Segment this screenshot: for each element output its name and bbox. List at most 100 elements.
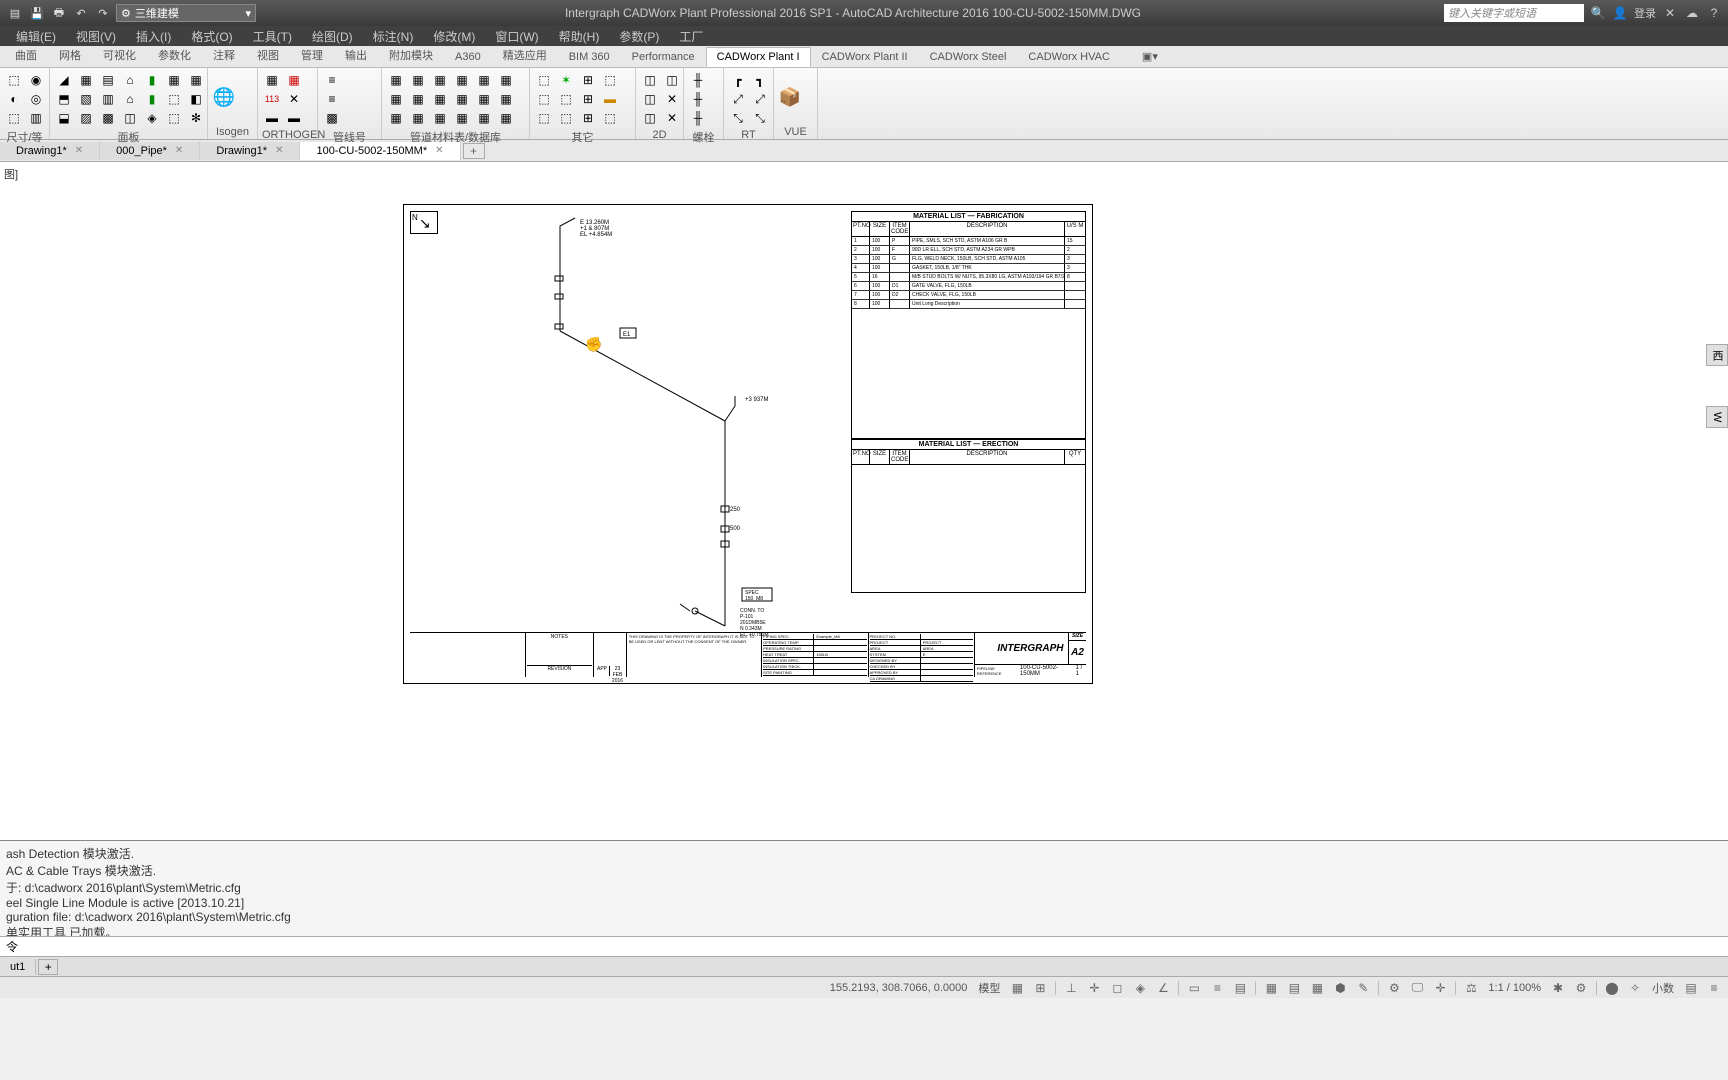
rtab-a360[interactable]: A360 bbox=[444, 47, 492, 67]
vis-icon[interactable]: ✱ bbox=[1548, 979, 1568, 997]
close-icon[interactable]: ✕ bbox=[275, 145, 283, 156]
spec4-icon[interactable]: ▥ bbox=[26, 109, 46, 127]
b-icon[interactable]: ▦ bbox=[452, 90, 472, 108]
3dosnap-icon[interactable]: ◈ bbox=[1130, 979, 1150, 997]
p-icon[interactable]: ⬓ bbox=[54, 109, 74, 127]
cog-icon[interactable]: ⚙ bbox=[1571, 979, 1591, 997]
m-icon[interactable]: ⬚ bbox=[556, 109, 576, 127]
p-icon[interactable]: ▮ bbox=[142, 71, 162, 89]
rtab-output[interactable]: 输出 bbox=[334, 43, 378, 67]
size2-icon[interactable]: ◉ bbox=[26, 71, 46, 89]
exchange-icon[interactable]: ✕ bbox=[1662, 5, 1678, 21]
p-icon[interactable]: ⬒ bbox=[54, 90, 74, 108]
o-icon[interactable]: 113 bbox=[262, 90, 282, 108]
grid-icon[interactable]: ▦ bbox=[1007, 979, 1027, 997]
rtab-visualize[interactable]: 可视化 bbox=[92, 43, 147, 67]
polar-icon[interactable]: ✛ bbox=[1084, 979, 1104, 997]
d2-icon[interactable]: ◫ bbox=[640, 90, 660, 108]
login-label[interactable]: 登录 bbox=[1634, 5, 1656, 21]
rt-icon[interactable]: ⤡ bbox=[750, 109, 770, 127]
print-icon[interactable]: 🖶 bbox=[50, 4, 68, 22]
b-icon[interactable]: ▦ bbox=[386, 109, 406, 127]
p-icon[interactable]: ▦ bbox=[76, 71, 96, 89]
file-tab[interactable]: 000_Pipe*✕ bbox=[100, 142, 200, 160]
otrack-icon[interactable]: ∠ bbox=[1153, 979, 1173, 997]
ws-icon[interactable]: ⚙ bbox=[1384, 979, 1404, 997]
ann-icon[interactable]: ✎ bbox=[1353, 979, 1373, 997]
workspace-selector[interactable]: ⚙ 三维建模 ▾ bbox=[116, 4, 256, 22]
rtab-cadworx-plant2[interactable]: CADWorx Plant II bbox=[811, 47, 919, 67]
p-icon[interactable]: ▮ bbox=[142, 90, 162, 108]
p-icon[interactable]: ▩ bbox=[98, 109, 118, 127]
qp-icon[interactable]: ▤ bbox=[1284, 979, 1304, 997]
mon-icon[interactable]: 🖵 bbox=[1407, 979, 1427, 997]
dyn-icon[interactable]: ▭ bbox=[1184, 979, 1204, 997]
p-icon[interactable]: ◧ bbox=[186, 90, 206, 108]
p-icon[interactable]: ▨ bbox=[76, 109, 96, 127]
rtab-addins[interactable]: 附加模块 bbox=[378, 43, 444, 67]
sc-icon[interactable]: ▦ bbox=[1261, 979, 1281, 997]
rtab-parametric[interactable]: 参数化 bbox=[147, 43, 202, 67]
rtab-annotate[interactable]: 注释 bbox=[202, 43, 246, 67]
b-icon[interactable]: ▦ bbox=[430, 71, 450, 89]
d2-icon[interactable]: ✕ bbox=[662, 109, 682, 127]
b-icon[interactable]: ▦ bbox=[386, 90, 406, 108]
p-icon[interactable]: ⬚ bbox=[164, 90, 184, 108]
p-icon[interactable]: ✻ bbox=[186, 109, 206, 127]
rt-icon[interactable]: ┏ bbox=[728, 71, 748, 89]
rtab-mesh[interactable]: 网格 bbox=[48, 43, 92, 67]
o-icon[interactable]: ▦ bbox=[284, 71, 304, 89]
b-icon[interactable]: ▦ bbox=[474, 90, 494, 108]
anno-scale[interactable]: 1:1 / 100% bbox=[1484, 982, 1545, 994]
help-search-input[interactable]: 键入关键字或短语 bbox=[1444, 4, 1584, 22]
model-space-label[interactable]: 模型 bbox=[974, 980, 1004, 996]
b-icon[interactable]: ▦ bbox=[386, 71, 406, 89]
undo-icon[interactable]: ↶ bbox=[72, 4, 90, 22]
clean-icon[interactable]: ▤ bbox=[1681, 979, 1701, 997]
p-icon[interactable]: ▤ bbox=[98, 71, 118, 89]
m-icon[interactable]: ⬚ bbox=[556, 90, 576, 108]
l-icon[interactable]: ≡ bbox=[322, 90, 342, 108]
d2-icon[interactable]: ✕ bbox=[662, 90, 682, 108]
rtab-performance[interactable]: Performance bbox=[621, 47, 706, 67]
b-icon[interactable]: ▦ bbox=[496, 71, 516, 89]
help-icon[interactable]: ? bbox=[1706, 5, 1722, 21]
app-menu-icon[interactable]: ▤ bbox=[6, 4, 24, 22]
m-icon[interactable]: ✶ bbox=[556, 71, 576, 89]
menu-param[interactable]: 参数(P) bbox=[611, 26, 667, 47]
b-icon[interactable]: ▦ bbox=[430, 109, 450, 127]
sel-icon[interactable]: ▦ bbox=[1307, 979, 1327, 997]
tpy-icon[interactable]: ▤ bbox=[1230, 979, 1250, 997]
ortho-icon[interactable]: ⊥ bbox=[1061, 979, 1081, 997]
b-icon[interactable]: ▦ bbox=[408, 90, 428, 108]
o-icon[interactable]: ▬ bbox=[284, 109, 304, 127]
redo-icon[interactable]: ↷ bbox=[94, 4, 112, 22]
new-tab-button[interactable]: + bbox=[463, 143, 485, 159]
m-icon[interactable]: ⊞ bbox=[578, 71, 598, 89]
palette-tab[interactable]: W bbox=[1706, 406, 1728, 428]
b-icon[interactable]: ▦ bbox=[430, 90, 450, 108]
b-icon[interactable]: ▦ bbox=[474, 109, 494, 127]
file-tab[interactable]: Drawing1*✕ bbox=[0, 142, 100, 160]
p-icon[interactable]: ▥ bbox=[98, 90, 118, 108]
bolt-icon[interactable]: ╫ bbox=[688, 90, 708, 108]
menu-plant[interactable]: 工厂 bbox=[671, 26, 711, 47]
p-icon[interactable]: ▦ bbox=[186, 71, 206, 89]
l-icon[interactable]: ≡ bbox=[322, 71, 342, 89]
file-tab[interactable]: 100-CU-5002-150MM*✕ bbox=[300, 142, 460, 160]
o-icon[interactable]: ▬ bbox=[262, 109, 282, 127]
rt-icon[interactable]: ⤢ bbox=[750, 90, 770, 108]
m-icon[interactable]: ⊞ bbox=[578, 109, 598, 127]
b-icon[interactable]: ▦ bbox=[452, 71, 472, 89]
m-icon[interactable]: ⬚ bbox=[534, 71, 554, 89]
bolt-icon[interactable]: ╫ bbox=[688, 109, 708, 127]
snap-icon[interactable]: ⊞ bbox=[1030, 979, 1050, 997]
command-input[interactable]: 令 bbox=[0, 936, 1728, 956]
p-icon[interactable]: ◢ bbox=[54, 71, 74, 89]
p-icon[interactable]: ◈ bbox=[142, 109, 162, 127]
size-icon[interactable]: ⬚ bbox=[4, 71, 24, 89]
p-icon[interactable]: ▦ bbox=[164, 71, 184, 89]
d2-icon[interactable]: ◫ bbox=[640, 71, 660, 89]
m-icon[interactable]: ⬚ bbox=[534, 90, 554, 108]
bolt-icon[interactable]: ╫ bbox=[688, 71, 708, 89]
